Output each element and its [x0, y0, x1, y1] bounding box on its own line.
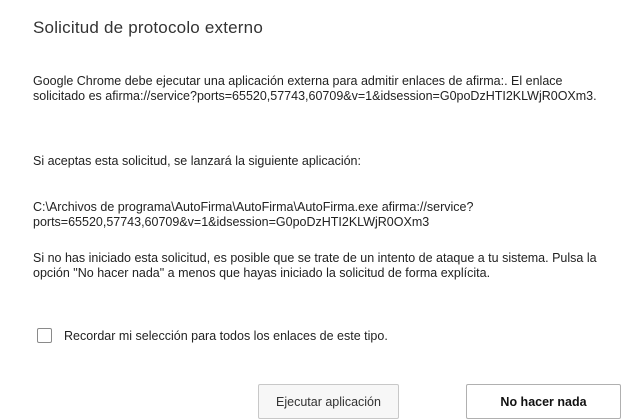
protocol-request-message: Google Chrome debe ejecutar una aplicaci…	[33, 74, 597, 103]
application-command: C:\Archivos de programa\AutoFirma\AutoFi…	[33, 200, 474, 229]
do-nothing-button[interactable]: No hacer nada	[466, 384, 621, 419]
security-warning: Si no has iniciado esta solicitud, es po…	[33, 251, 597, 280]
external-protocol-dialog: Solicitud de protocolo externo Google Ch…	[0, 0, 621, 419]
run-application-button[interactable]: Ejecutar aplicación	[258, 384, 399, 419]
remember-choice-label[interactable]: Recordar mi selección para todos los enl…	[64, 329, 388, 343]
remember-choice-checkbox[interactable]	[37, 328, 52, 343]
dialog-title: Solicitud de protocolo externo	[33, 18, 263, 37]
remember-choice-row[interactable]: Recordar mi selección para todos los enl…	[37, 328, 388, 343]
launch-notice: Si aceptas esta solicitud, se lanzará la…	[33, 154, 361, 168]
